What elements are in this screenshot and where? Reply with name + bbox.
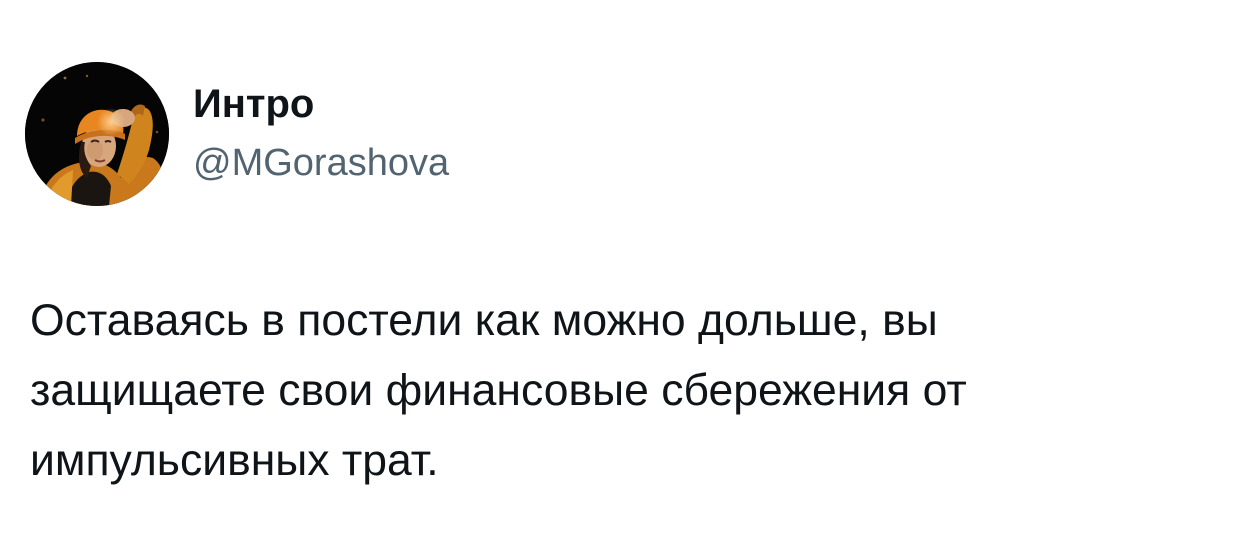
author-handle[interactable]: @MGorashova bbox=[193, 140, 449, 186]
tweet-text-line-2: защищаете свои финансовые сбережения от bbox=[30, 366, 967, 415]
tweet-text-line-1: Оставаясь в постели как можно дольше, вы bbox=[30, 296, 938, 345]
tweet-text-line-3: импульсивных трат. bbox=[30, 436, 439, 485]
avatar-photo-icon bbox=[25, 62, 169, 206]
author-display-name[interactable]: Интро bbox=[193, 80, 314, 128]
tweet-text: Оставаясь в постели как можно дольше, вы… bbox=[30, 286, 1230, 496]
author-avatar[interactable] bbox=[25, 62, 169, 206]
tweet-card: Интро @MGorashova Оставаясь в постели ка… bbox=[0, 0, 1260, 549]
